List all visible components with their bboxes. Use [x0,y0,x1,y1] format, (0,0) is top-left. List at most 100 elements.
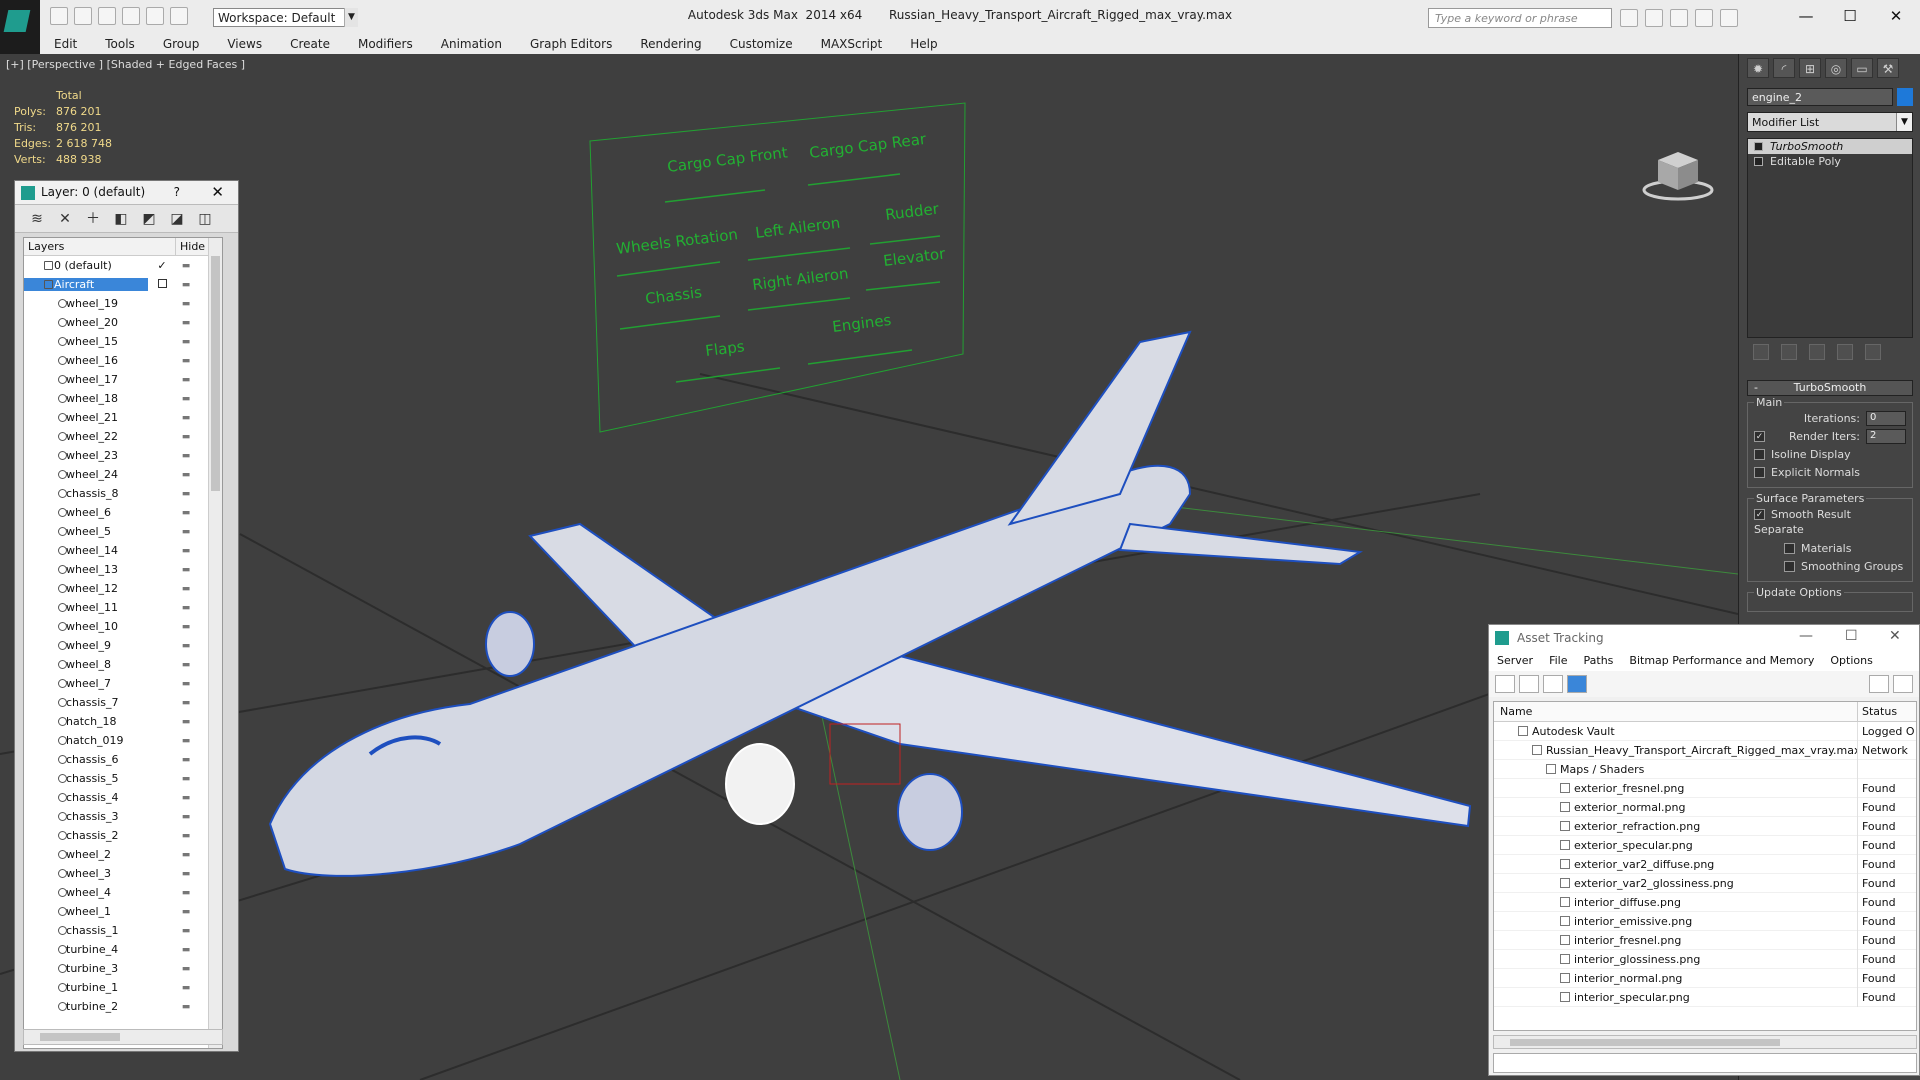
hide-toggle[interactable]: ▬ [176,527,196,537]
hide-toggle[interactable]: ▬ [176,413,196,423]
object-row[interactable]: turbine_4 ▬ [24,940,222,959]
asset-row[interactable]: exterior_specular.png Found [1494,835,1916,855]
list-view-icon[interactable] [1519,675,1539,693]
layer-horizontal-scrollbar[interactable] [23,1029,223,1045]
object-row[interactable]: wheel_8 ▬ [24,655,222,674]
asset-minimize-button[interactable]: — [1799,628,1813,644]
render-iters-spinner[interactable]: 2 [1866,428,1906,444]
hide-toggle[interactable]: ▬ [176,850,196,860]
aircraft-fuselage[interactable] [268,464,1192,877]
hide-toggle[interactable]: ▬ [176,698,196,708]
object-row[interactable]: chassis_6 ▬ [24,750,222,769]
freeze-all-layers-icon[interactable]: ◫ [195,209,215,229]
scrollbar-thumb[interactable] [40,1033,120,1041]
object-row[interactable]: wheel_11 ▬ [24,598,222,617]
asset-menu-file[interactable]: File [1541,651,1575,671]
hide-toggle[interactable]: ▬ [176,945,196,955]
modifier-stack[interactable]: TurboSmooth Editable Poly [1747,138,1913,338]
hide-toggle[interactable]: ▬ [176,812,196,822]
asset-row[interactable]: Maps / Shaders [1494,759,1916,779]
object-row[interactable]: chassis_7 ▬ [24,693,222,712]
explicit-normals-checkbox[interactable]: Explicit Normals [1754,463,1906,481]
aircraft-engine-left[interactable] [485,611,535,677]
menu-animation[interactable]: Animation [427,34,516,54]
asset-row[interactable]: interior_specular.png Found [1494,987,1916,1007]
object-row[interactable]: wheel_7 ▬ [24,674,222,693]
isoline-display-checkbox[interactable]: Isoline Display [1754,445,1906,463]
hide-toggle[interactable]: ▬ [176,394,196,404]
stack-item-turbosmooth[interactable]: TurboSmooth [1748,139,1912,154]
key-icon[interactable] [1645,9,1663,27]
stack-item-editable-poly[interactable]: Editable Poly [1748,154,1912,169]
layer-panel-title-bar[interactable]: Layer: 0 (default) ? ✕ [15,181,238,205]
hide-toggle[interactable]: ▬ [176,983,196,993]
object-row[interactable]: wheel_10 ▬ [24,617,222,636]
menu-edit[interactable]: Edit [40,34,91,54]
add-to-layer-icon[interactable]: ＋ [83,209,103,229]
object-row[interactable]: wheel_18 ▬ [24,389,222,408]
object-row[interactable]: wheel_24 ▬ [24,465,222,484]
hide-toggle[interactable]: ▬ [176,793,196,803]
rig-label-cargo-cap-rear[interactable]: Cargo Cap Rear [808,130,927,162]
viewport-label[interactable]: [+] [Perspective ] [Shaded + Edged Faces… [6,58,245,71]
menu-maxscript[interactable]: MAXScript [807,34,897,54]
pin-stack-icon[interactable] [1753,344,1769,360]
object-row[interactable]: wheel_9 ▬ [24,636,222,655]
object-row[interactable]: hatch_18 ▬ [24,712,222,731]
rig-label-right-aileron[interactable]: Right Aileron [751,264,849,294]
object-row[interactable]: chassis_2 ▬ [24,826,222,845]
object-row[interactable]: chassis_8 ▬ [24,484,222,503]
show-end-result-icon[interactable] [1781,344,1797,360]
column-name[interactable]: Name [1494,702,1858,721]
rig-label-wheels-rotation[interactable]: Wheels Rotation [615,225,739,258]
hide-toggle[interactable]: ▬ [176,869,196,879]
object-row[interactable]: wheel_16 ▬ [24,351,222,370]
object-row[interactable]: wheel_20 ▬ [24,313,222,332]
hide-toggle[interactable]: ▬ [176,318,196,328]
column-layers[interactable]: Layers [24,238,176,255]
hide-toggle[interactable]: ▬ [176,964,196,974]
select-layer-icon[interactable]: ◩ [139,209,159,229]
layer-close-button[interactable]: ✕ [211,183,224,201]
column-hide[interactable]: Hide [176,238,209,255]
hide-toggle[interactable]: ▬ [176,299,196,309]
object-row[interactable]: turbine_2 ▬ [24,997,222,1016]
expand-icon[interactable] [1754,157,1763,166]
hide-toggle[interactable]: ▬ [176,831,196,841]
asset-row[interactable]: exterior_fresnel.png Found [1494,778,1916,798]
render-iters-checkbox[interactable]: ✓ [1754,430,1765,442]
hide-toggle[interactable]: ▬ [176,280,196,290]
rollout-header[interactable]: - TurboSmooth [1747,380,1913,396]
object-row[interactable]: wheel_23 ▬ [24,446,222,465]
hide-toggle[interactable]: ▬ [176,470,196,480]
rig-label-chassis[interactable]: Chassis [644,283,703,308]
asset-tracking-title-bar[interactable]: Asset Tracking — ☐ ✕ [1489,625,1919,651]
hide-toggle[interactable]: ▬ [176,679,196,689]
hide-toggle[interactable]: ▬ [176,660,196,670]
hide-toggle[interactable]: ▬ [176,489,196,499]
object-row[interactable]: wheel_22 ▬ [24,427,222,446]
motion-tab-icon[interactable]: ◎ [1825,58,1847,78]
asset-row[interactable]: interior_diffuse.png Found [1494,892,1916,912]
object-row[interactable]: wheel_4 ▬ [24,883,222,902]
object-row[interactable]: chassis_4 ▬ [24,788,222,807]
object-row[interactable]: chassis_1 ▬ [24,921,222,940]
menu-group[interactable]: Group [149,34,214,54]
menu-graph-editors[interactable]: Graph Editors [516,34,626,54]
asset-row[interactable]: exterior_var2_diffuse.png Found [1494,854,1916,874]
search-input[interactable]: Type a keyword or phrase [1428,8,1612,28]
asset-horizontal-scrollbar[interactable] [1493,1035,1917,1049]
object-row[interactable]: wheel_5 ▬ [24,522,222,541]
asset-table[interactable]: Name Status Autodesk Vault Logged O Russia… [1493,701,1917,1031]
object-row[interactable]: chassis_5 ▬ [24,769,222,788]
aircraft-engine-selected[interactable] [725,743,795,825]
utilities-tab-icon[interactable]: ⚒ [1877,58,1899,78]
layer-row[interactable]: Aircraft ▬ [24,275,222,294]
layer-help-button[interactable]: ? [174,185,180,199]
hide-toggle[interactable]: ▬ [176,261,196,271]
maximize-button[interactable]: ☐ [1830,4,1870,28]
asset-row[interactable]: exterior_normal.png Found [1494,797,1916,817]
asset-row[interactable]: exterior_var2_glossiness.png Found [1494,873,1916,893]
hide-toggle[interactable]: ▬ [176,736,196,746]
hide-toggle[interactable]: ▬ [176,926,196,936]
